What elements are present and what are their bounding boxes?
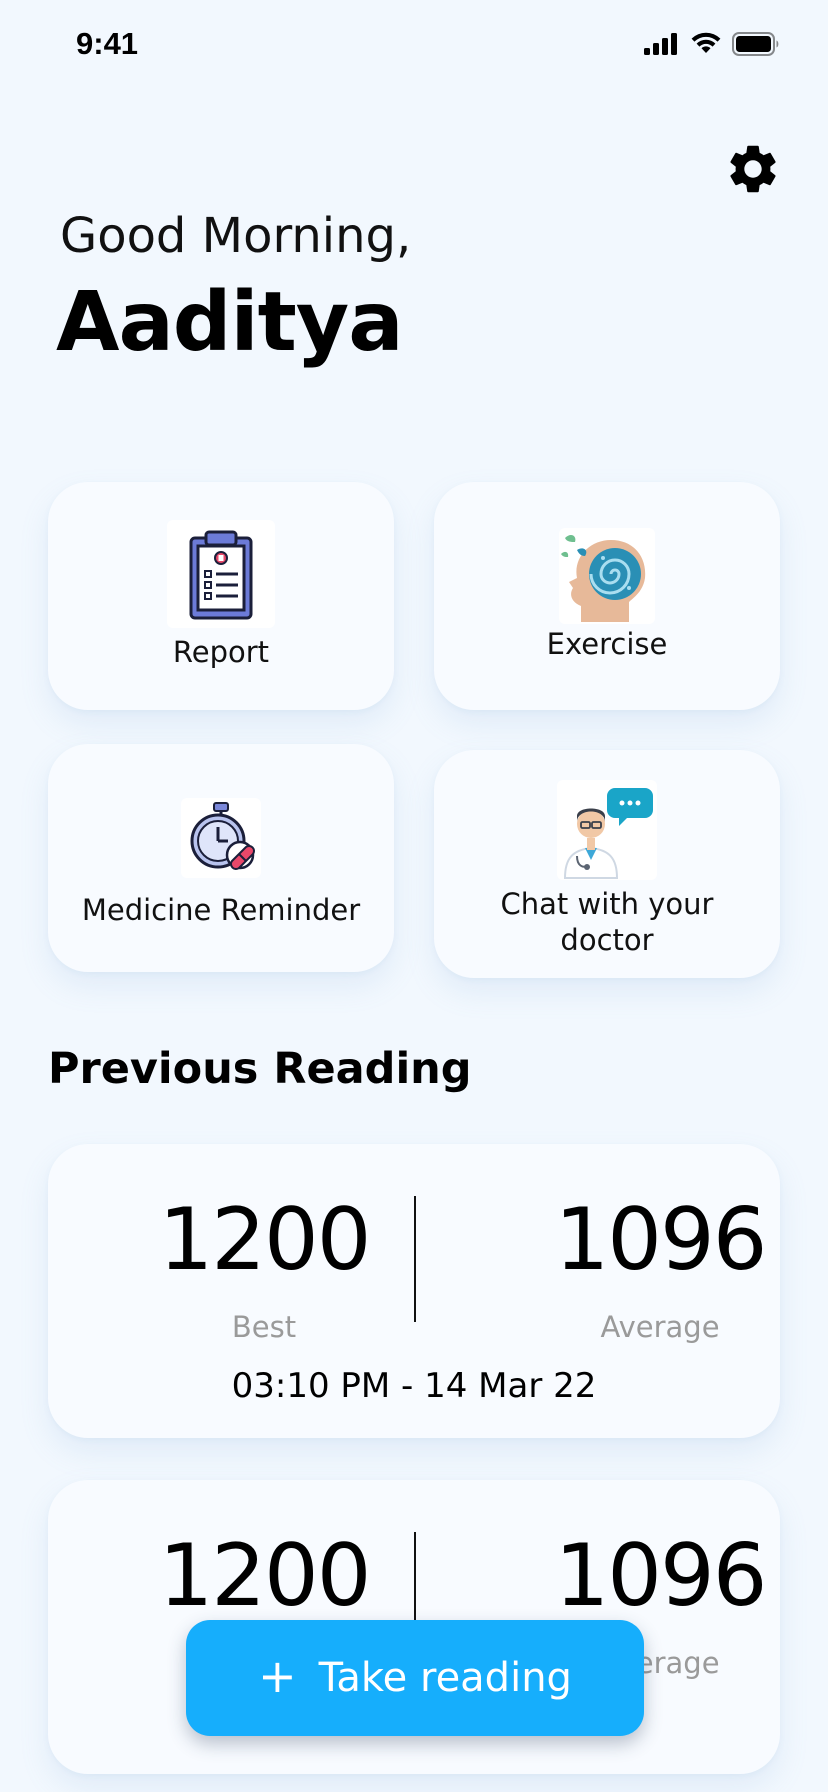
user-name: Aaditya [56,275,404,370]
status-icons [644,32,780,56]
take-reading-button[interactable]: + Take reading [186,1620,644,1736]
medicine-reminder-card[interactable]: Medicine Reminder [48,744,394,972]
reading-divider [414,1196,416,1322]
chat-doctor-card[interactable]: Chat with your doctor [434,750,780,978]
reading-timestamp: 03:10 PM - 14 Mar 22 [231,1366,597,1406]
average-value: 1096 [554,1526,768,1626]
average-value: 1096 [554,1190,768,1290]
cellular-signal-icon [644,33,677,55]
medicine-reminder-label: Medicine Reminder [81,893,361,927]
status-bar: 9:41 [0,0,828,92]
best-value: 1200 [158,1190,372,1290]
stopwatch-pill-icon [181,798,261,878]
exercise-label: Exercise [546,627,668,661]
wifi-icon [691,32,721,53]
best-label: Best [231,1310,297,1344]
report-card[interactable]: Report [48,482,394,710]
report-label: Report [172,635,270,669]
greeting-text: Good Morning, [60,208,412,264]
doctor-chat-icon [557,780,657,880]
gear-icon [730,145,776,193]
reading-card[interactable]: 1200 Best 1096 Average 03:10 PM - 14 Mar… [48,1144,780,1438]
brain-exercise-icon [559,528,655,624]
average-label: Average [600,1310,720,1344]
battery-icon [732,32,779,56]
status-time: 9:41 [76,26,139,61]
plus-icon: + [258,1649,297,1703]
exercise-card[interactable]: Exercise [434,482,780,710]
chat-doctor-label: Chat with your doctor [500,887,714,957]
previous-reading-title: Previous Reading [48,1044,472,1094]
take-reading-label: Take reading [318,1655,572,1701]
clipboard-report-icon [167,520,275,628]
settings-button[interactable] [724,140,782,198]
best-value: 1200 [158,1526,372,1626]
